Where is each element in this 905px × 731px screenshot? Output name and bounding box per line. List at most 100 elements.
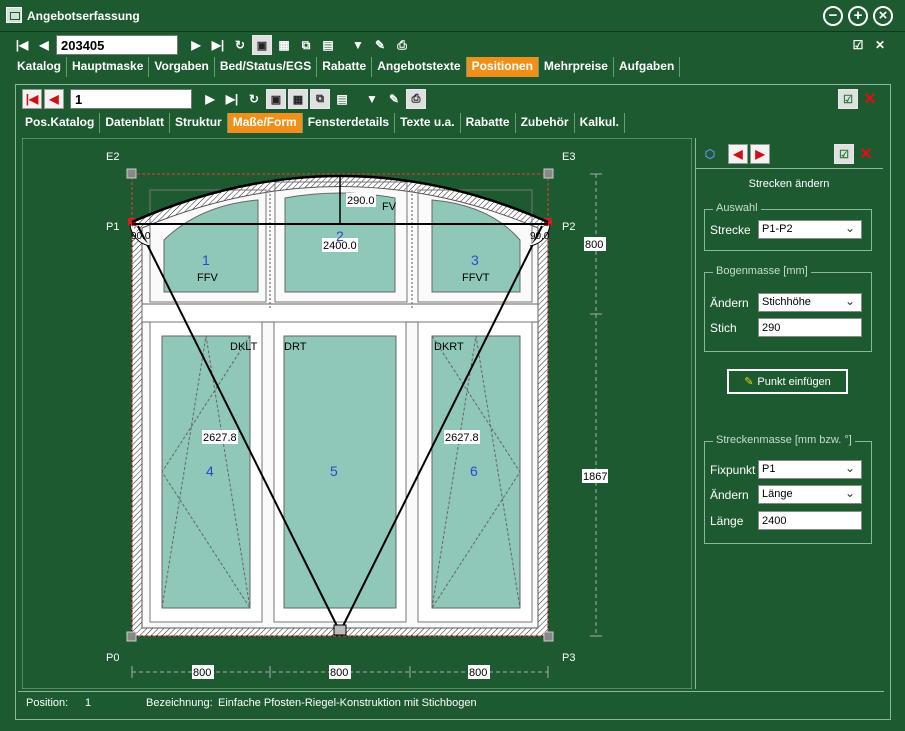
- field-type-1: FFV: [197, 272, 218, 284]
- confirm-icon[interactable]: ☑: [838, 89, 858, 109]
- paste-icon[interactable]: ⧉: [296, 35, 316, 55]
- bogen-aendern-value: Stichhöhe: [762, 296, 811, 308]
- first-record-icon[interactable]: |◀: [12, 35, 32, 55]
- diag-right-label: 2627.8: [445, 432, 479, 444]
- laenge-input[interactable]: [758, 511, 862, 530]
- main-tab-7[interactable]: Mehrpreise: [539, 57, 614, 77]
- prev-record-icon[interactable]: ◀: [34, 35, 54, 55]
- status-position-value: 1: [85, 697, 92, 709]
- minimize-icon[interactable]: −: [823, 6, 843, 26]
- strecken-aendern-select[interactable]: Länge ⌄: [758, 485, 862, 504]
- maximize-icon[interactable]: +: [848, 6, 868, 26]
- fixpunkt-select[interactable]: P1 ⌄: [758, 460, 862, 479]
- bogen-aendern-label: Ändern: [710, 296, 749, 310]
- last-record-icon[interactable]: ▶|: [208, 35, 228, 55]
- field-type-6: DKRT: [434, 341, 464, 353]
- next-segment-icon[interactable]: ▶: [750, 144, 770, 164]
- angle-left-label: 90.0: [131, 231, 151, 242]
- status-position-label: Position:: [26, 697, 69, 709]
- filter-position-icon[interactable]: ▼: [362, 89, 382, 109]
- filter-icon[interactable]: ▼: [348, 35, 368, 55]
- new-doc-icon[interactable]: ▦: [274, 35, 294, 55]
- main-tab-5[interactable]: Angebotstexte: [372, 57, 467, 77]
- main-tab-4[interactable]: Rabatte: [317, 57, 373, 77]
- sub-tab-8[interactable]: Kalkul.: [575, 113, 625, 133]
- field-number-4: 4: [206, 463, 214, 479]
- sub-tab-1[interactable]: Datenblatt: [100, 113, 171, 133]
- fixpunkt-value: P1: [762, 463, 776, 475]
- sub-tab-7[interactable]: Zubehör: [516, 113, 575, 133]
- prev-segment-icon[interactable]: ◀: [728, 144, 748, 164]
- apply-icon[interactable]: ☑: [834, 144, 854, 164]
- drawing-area[interactable]: E2 E3 P1 P2 P0 P3 290.0 2400.0 90.0 90.0…: [21, 137, 693, 690]
- main-tab-6[interactable]: Positionen: [466, 57, 539, 77]
- stich-label: Stich: [710, 321, 737, 335]
- fixpunkt-label: Fixpunkt: [710, 463, 756, 477]
- chevron-down-icon: ⌄: [845, 461, 856, 475]
- dim-bottom-3: 800: [469, 667, 487, 679]
- sub-tab-4[interactable]: Fensterdetails: [303, 113, 396, 133]
- chevron-down-icon: ⌄: [845, 221, 856, 235]
- folder-icon[interactable]: ▤: [318, 35, 338, 55]
- sub-tab-0[interactable]: Pos.Katalog: [20, 113, 101, 133]
- sub-tab-2[interactable]: Struktur: [170, 113, 228, 133]
- refresh-icon[interactable]: ↻: [230, 35, 250, 55]
- next-position-icon[interactable]: ▶: [200, 89, 220, 109]
- bogen-aendern-select[interactable]: Stichhöhe ⌄: [758, 293, 862, 312]
- refresh-position-icon[interactable]: ↻: [244, 89, 264, 109]
- position-number-input[interactable]: [70, 89, 192, 109]
- new-position-icon[interactable]: ▦: [288, 89, 308, 109]
- main-tab-2[interactable]: Vorgaben: [149, 57, 215, 77]
- main-tab-8[interactable]: Aufgaben: [614, 57, 681, 77]
- next-record-icon[interactable]: ▶: [186, 35, 206, 55]
- paste-position-icon[interactable]: ⧉: [310, 89, 330, 109]
- main-tab-3[interactable]: Bed/Status/EGS: [215, 57, 318, 77]
- tools-icon[interactable]: ✕: [870, 35, 890, 55]
- auswahl-group-title: Auswahl: [713, 202, 761, 214]
- main-tab-0[interactable]: Katalog: [12, 57, 68, 77]
- punkt-einfuegen-button[interactable]: ✎ Punkt einfügen: [727, 369, 848, 394]
- field-number-5: 5: [330, 463, 338, 479]
- copy-icon[interactable]: ▣: [252, 35, 272, 55]
- prev-position-icon[interactable]: ◀: [44, 89, 64, 109]
- status-bezeichnung-label: Bezeichnung:: [146, 697, 213, 709]
- first-position-icon[interactable]: |◀: [22, 89, 42, 109]
- folder-position-icon[interactable]: ▤: [332, 89, 352, 109]
- copy-position-icon[interactable]: ▣: [266, 89, 286, 109]
- last-position-icon[interactable]: ▶|: [222, 89, 242, 109]
- corner-label-p0: P0: [106, 652, 119, 664]
- close-icon[interactable]: ×: [873, 6, 893, 26]
- field-number-1: 1: [202, 252, 210, 268]
- cancel-icon[interactable]: ✕: [860, 89, 880, 109]
- sub-tab-3[interactable]: Maße/Form: [227, 113, 303, 133]
- main-tab-1[interactable]: Hauptmaske: [67, 57, 150, 77]
- record-number-input[interactable]: [56, 35, 178, 55]
- window-title: Angebotserfassung: [27, 9, 140, 23]
- status-bar: Position: 1 Bezeichnung: Einfache Pfoste…: [18, 691, 884, 713]
- corner-label-e3: E3: [562, 151, 575, 163]
- sub-tabs: Pos.Katalog Datenblatt Struktur Maße/Form Fe…: [20, 113, 625, 133]
- dim-bottom-1: 800: [193, 667, 211, 679]
- save-icon[interactable]: ☑: [848, 35, 868, 55]
- edit-position-icon[interactable]: ✎: [384, 89, 404, 109]
- field-number-6: 6: [470, 463, 478, 479]
- print-position-icon[interactable]: ⎙: [406, 89, 426, 109]
- field-type-2: FV: [382, 201, 397, 213]
- bogenmasse-group: Bogenmasse [mm]: [704, 265, 872, 352]
- title-bar: Angebotserfassung − + ×: [0, 0, 905, 32]
- corner-label-p3: P3: [562, 652, 575, 664]
- print-icon[interactable]: ⎙: [392, 35, 412, 55]
- angle-right-label: 90.0: [530, 231, 550, 242]
- window-drawing[interactable]: E2 E3 P1 P2 P0 P3 290.0 2400.0 90.0 90.0…: [21, 137, 693, 690]
- discard-icon[interactable]: ✕: [856, 144, 876, 164]
- stich-input[interactable]: [758, 318, 862, 337]
- sub-tab-6[interactable]: Rabatte: [461, 113, 516, 133]
- field-type-5: DRT: [284, 341, 307, 353]
- right-panel-toolbar: ⬡ ◀ ▶ ☑ ✕: [700, 142, 878, 166]
- strecke-select[interactable]: P1-P2 ⌄: [758, 220, 862, 239]
- dim-bottom-2: 800: [330, 667, 348, 679]
- corner-label-p2: P2: [562, 221, 575, 233]
- edit-icon[interactable]: ✎: [370, 35, 390, 55]
- sub-tab-5[interactable]: Texte u.a.: [395, 113, 461, 133]
- shape-icon[interactable]: ⬡: [700, 144, 720, 164]
